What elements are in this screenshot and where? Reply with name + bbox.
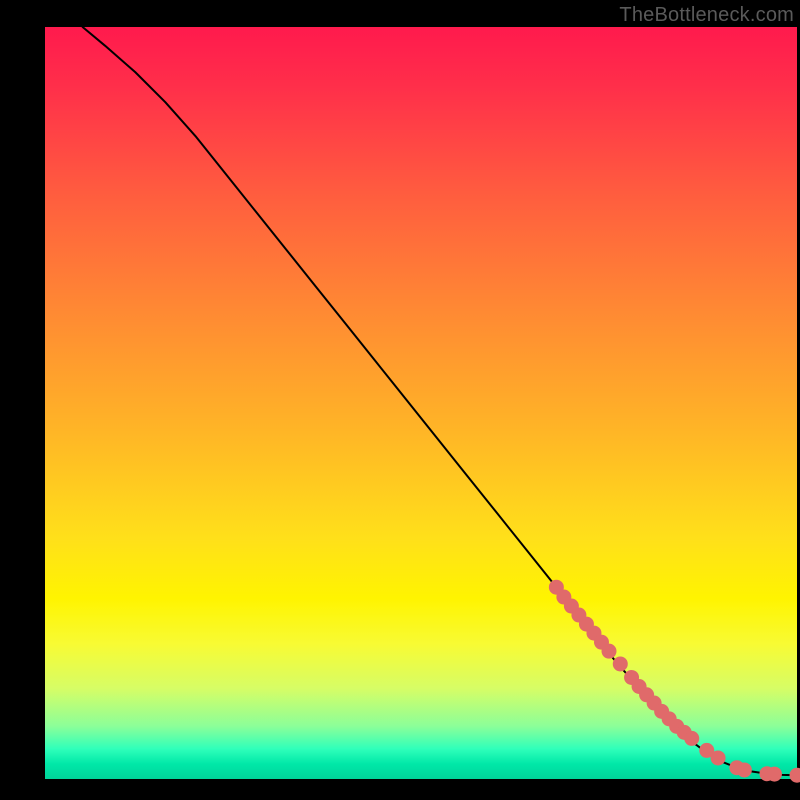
data-point [790, 768, 800, 783]
data-point [613, 656, 628, 671]
data-point [684, 731, 699, 746]
scatter-markers [549, 580, 800, 783]
curve-line [83, 27, 797, 775]
chart-stage: TheBottleneck.com [0, 0, 800, 800]
data-point [767, 767, 782, 782]
attribution-text: TheBottleneck.com [619, 4, 794, 27]
plot-area [45, 27, 797, 779]
data-point [602, 644, 617, 659]
data-point [737, 762, 752, 777]
data-point [711, 750, 726, 765]
chart-overlay-svg [45, 27, 797, 779]
